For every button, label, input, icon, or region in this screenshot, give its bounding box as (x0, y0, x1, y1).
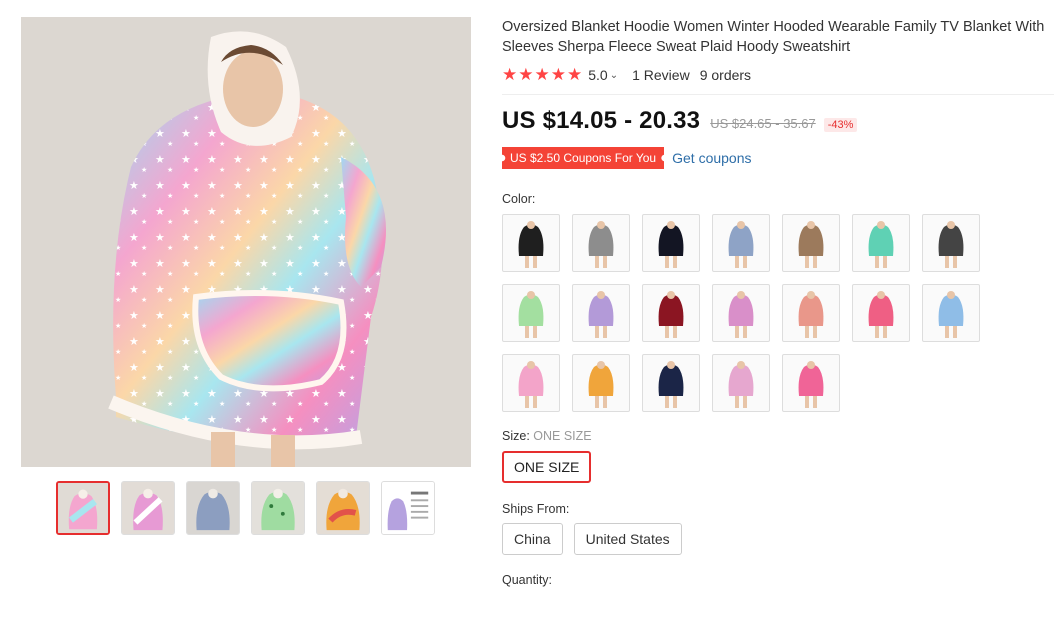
thumbnail-pink-white[interactable] (121, 481, 175, 535)
chevron-down-icon[interactable]: ⌄ (610, 70, 618, 81)
reviews-link[interactable]: 1 Review (632, 67, 690, 83)
thumbnail-orange-tie-dye[interactable] (316, 481, 370, 535)
color-swatch-orange-tie-dye[interactable] (572, 354, 630, 412)
size-selected-value: ONE SIZE (533, 429, 592, 443)
rating-row: ★ ★ ★ ★ ★ 5.0 ⌄ 1 Review 9 orders (502, 65, 1054, 85)
ships-from-china[interactable]: China (502, 523, 563, 555)
swatch-figure (728, 221, 754, 268)
color-swatch-navy-galaxy[interactable] (642, 354, 700, 412)
get-coupons-link[interactable]: Get coupons (672, 150, 751, 166)
swatch-figure (938, 291, 964, 338)
swatch-figure (588, 291, 614, 338)
color-swatch-grid (502, 214, 1054, 412)
divider (502, 94, 1054, 95)
rating-stars: ★ ★ ★ ★ ★ (502, 65, 582, 85)
thumbnail-strip (56, 481, 435, 535)
color-swatch-pink-stripe[interactable] (712, 354, 770, 412)
star-icon: ★ (518, 65, 534, 84)
swatch-figure (658, 291, 684, 338)
main-product-image[interactable]: ★ ★ (21, 17, 471, 467)
swatch-figure (938, 221, 964, 268)
swatch-figure (588, 361, 614, 408)
color-swatch-pink-white[interactable] (712, 284, 770, 342)
color-swatch-rainbow-stars[interactable] (502, 354, 560, 412)
thumbnail-size-chart[interactable] (381, 481, 435, 535)
thumbnail-grey-blue[interactable] (186, 481, 240, 535)
swatch-figure (728, 361, 754, 408)
color-swatch-grey[interactable] (572, 214, 630, 272)
color-swatch-hot-pink[interactable] (782, 354, 840, 412)
orders-count: 9 orders (699, 67, 752, 83)
swatch-figure (798, 291, 824, 338)
color-swatch-pink-red[interactable] (852, 284, 910, 342)
swatch-figure (658, 221, 684, 268)
swatch-figure (798, 221, 824, 268)
price-row: US $14.05 - 20.33 US $24.65 - 35.67 -43% (502, 107, 1054, 135)
swatch-figure (798, 361, 824, 408)
coupon-row: US $2.50 Coupons For You Get coupons (502, 147, 1054, 169)
color-swatch-black-navy[interactable] (642, 214, 700, 272)
ships-from-options: China United States (502, 523, 1054, 555)
color-label: Color: (502, 192, 536, 206)
product-info: Oversized Blanket Hoodie Women Winter Ho… (502, 17, 1054, 587)
color-swatch-wine-red[interactable] (642, 284, 700, 342)
ships-from-united-states[interactable]: United States (573, 523, 682, 555)
quantity-label: Quantity: (502, 573, 553, 587)
swatch-figure (588, 221, 614, 268)
color-swatch-light-blue[interactable] (922, 284, 980, 342)
ships-from-label: Ships From: (502, 502, 570, 516)
swatch-figure (518, 361, 544, 408)
color-swatch-brown[interactable] (782, 214, 840, 272)
color-swatch-blue-grey[interactable] (712, 214, 770, 272)
color-swatch-purple-tie-dye[interactable] (572, 284, 630, 342)
swatch-figure (518, 291, 544, 338)
thumbnail-green-print[interactable] (251, 481, 305, 535)
star-icon: ★ (534, 65, 550, 84)
swatch-figure (518, 221, 544, 268)
swatch-figure (868, 291, 894, 338)
original-price: US $24.65 - 35.67 (710, 116, 816, 131)
size-option-one-size[interactable]: ONE SIZE (502, 451, 592, 483)
product-photo: ★ ★ (21, 17, 471, 467)
color-swatch-cow-print[interactable] (922, 214, 980, 272)
size-label: Size: ONE SIZE (502, 429, 1054, 443)
size-label-text: Size: (502, 429, 534, 443)
swatch-figure (728, 291, 754, 338)
color-swatch-mint[interactable] (852, 214, 910, 272)
star-icon: ★ (502, 65, 518, 84)
thumbnail-rainbow-stars[interactable] (56, 481, 110, 535)
swatch-figure (658, 361, 684, 408)
star-icon: ★ (567, 65, 583, 84)
color-swatch-peach-tie-dye[interactable] (782, 284, 840, 342)
star-icon: ★ (550, 65, 566, 84)
swatch-figure (868, 221, 894, 268)
coupon-badge[interactable]: US $2.50 Coupons For You (502, 147, 665, 169)
rating-value[interactable]: 5.0 (588, 67, 607, 83)
current-price: US $14.05 - 20.33 (502, 107, 701, 134)
product-title: Oversized Blanket Hoodie Women Winter Ho… (502, 19, 1045, 55)
color-swatch-green-print[interactable] (502, 284, 560, 342)
discount-badge: -43% (823, 118, 858, 132)
color-swatch-black[interactable] (502, 214, 560, 272)
